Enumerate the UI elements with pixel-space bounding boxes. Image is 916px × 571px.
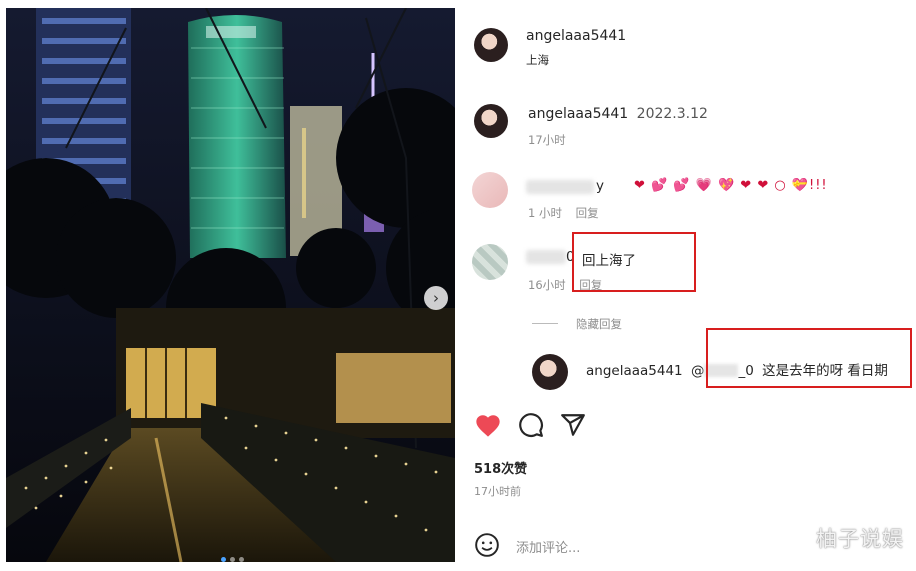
comment-avatar[interactable] bbox=[472, 172, 508, 208]
carousel-dot bbox=[230, 557, 235, 562]
heart-icon bbox=[476, 415, 500, 437]
caption-avatar[interactable] bbox=[474, 104, 508, 138]
add-comment-input[interactable]: 添加评论... bbox=[516, 537, 580, 556]
watermark: 柚子说娱 bbox=[816, 527, 904, 551]
caption-date: 2022.3.12 bbox=[636, 106, 708, 122]
like-button[interactable] bbox=[474, 412, 502, 442]
caption-row: angelaaa5441 2022.3.12 bbox=[528, 106, 708, 122]
comment-time: 16小时 bbox=[528, 278, 566, 292]
chevron-right-icon: › bbox=[433, 288, 439, 307]
reply-button[interactable]: 回复 bbox=[576, 206, 599, 220]
reply-username[interactable]: angelaaa5441 bbox=[586, 363, 683, 379]
emoji-button[interactable] bbox=[474, 532, 500, 562]
comment-icon bbox=[519, 413, 543, 437]
highlight-box bbox=[572, 232, 696, 292]
blurred-username bbox=[526, 180, 594, 194]
post-location[interactable]: 上海 bbox=[526, 52, 549, 68]
carousel-dots bbox=[221, 557, 244, 562]
post-author-username[interactable]: angelaaa5441 bbox=[526, 28, 626, 44]
divider bbox=[532, 323, 558, 324]
blurred-username bbox=[526, 250, 566, 264]
comment-username-partial: y bbox=[596, 178, 604, 194]
post-photo[interactable]: › bbox=[6, 8, 455, 562]
post-panel: angelaaa5441 上海 angelaaa5441 2022.3.12 1… bbox=[458, 8, 912, 568]
reply-mention-prefix[interactable]: @ bbox=[691, 363, 705, 379]
next-photo-button[interactable]: › bbox=[424, 286, 448, 310]
comment-button[interactable] bbox=[518, 412, 544, 442]
avatar[interactable] bbox=[474, 28, 508, 62]
caption-time: 17小时 bbox=[528, 133, 566, 147]
comment-time: 1 小时 bbox=[528, 206, 562, 220]
night-city-image bbox=[6, 8, 455, 562]
post-time: 17小时前 bbox=[474, 485, 521, 498]
caption-username[interactable]: angelaaa5441 bbox=[528, 106, 628, 122]
share-icon bbox=[561, 414, 585, 436]
comment-meta: 1 小时 回复 bbox=[528, 205, 599, 221]
smiley-icon bbox=[475, 533, 499, 557]
carousel-dot-active bbox=[221, 557, 226, 562]
share-button[interactable] bbox=[560, 412, 586, 442]
comment-avatar[interactable] bbox=[472, 244, 508, 280]
carousel-dot bbox=[239, 557, 244, 562]
reply-avatar[interactable] bbox=[532, 354, 568, 390]
like-count[interactable]: 518次赞 bbox=[474, 458, 527, 477]
comment-emojis: ❤ 💕 💕 💗 💖 ❤ ❤ ○ 💝!!! bbox=[634, 178, 828, 193]
highlight-box bbox=[706, 328, 912, 388]
hide-replies-button[interactable]: 隐藏回复 bbox=[576, 316, 622, 332]
